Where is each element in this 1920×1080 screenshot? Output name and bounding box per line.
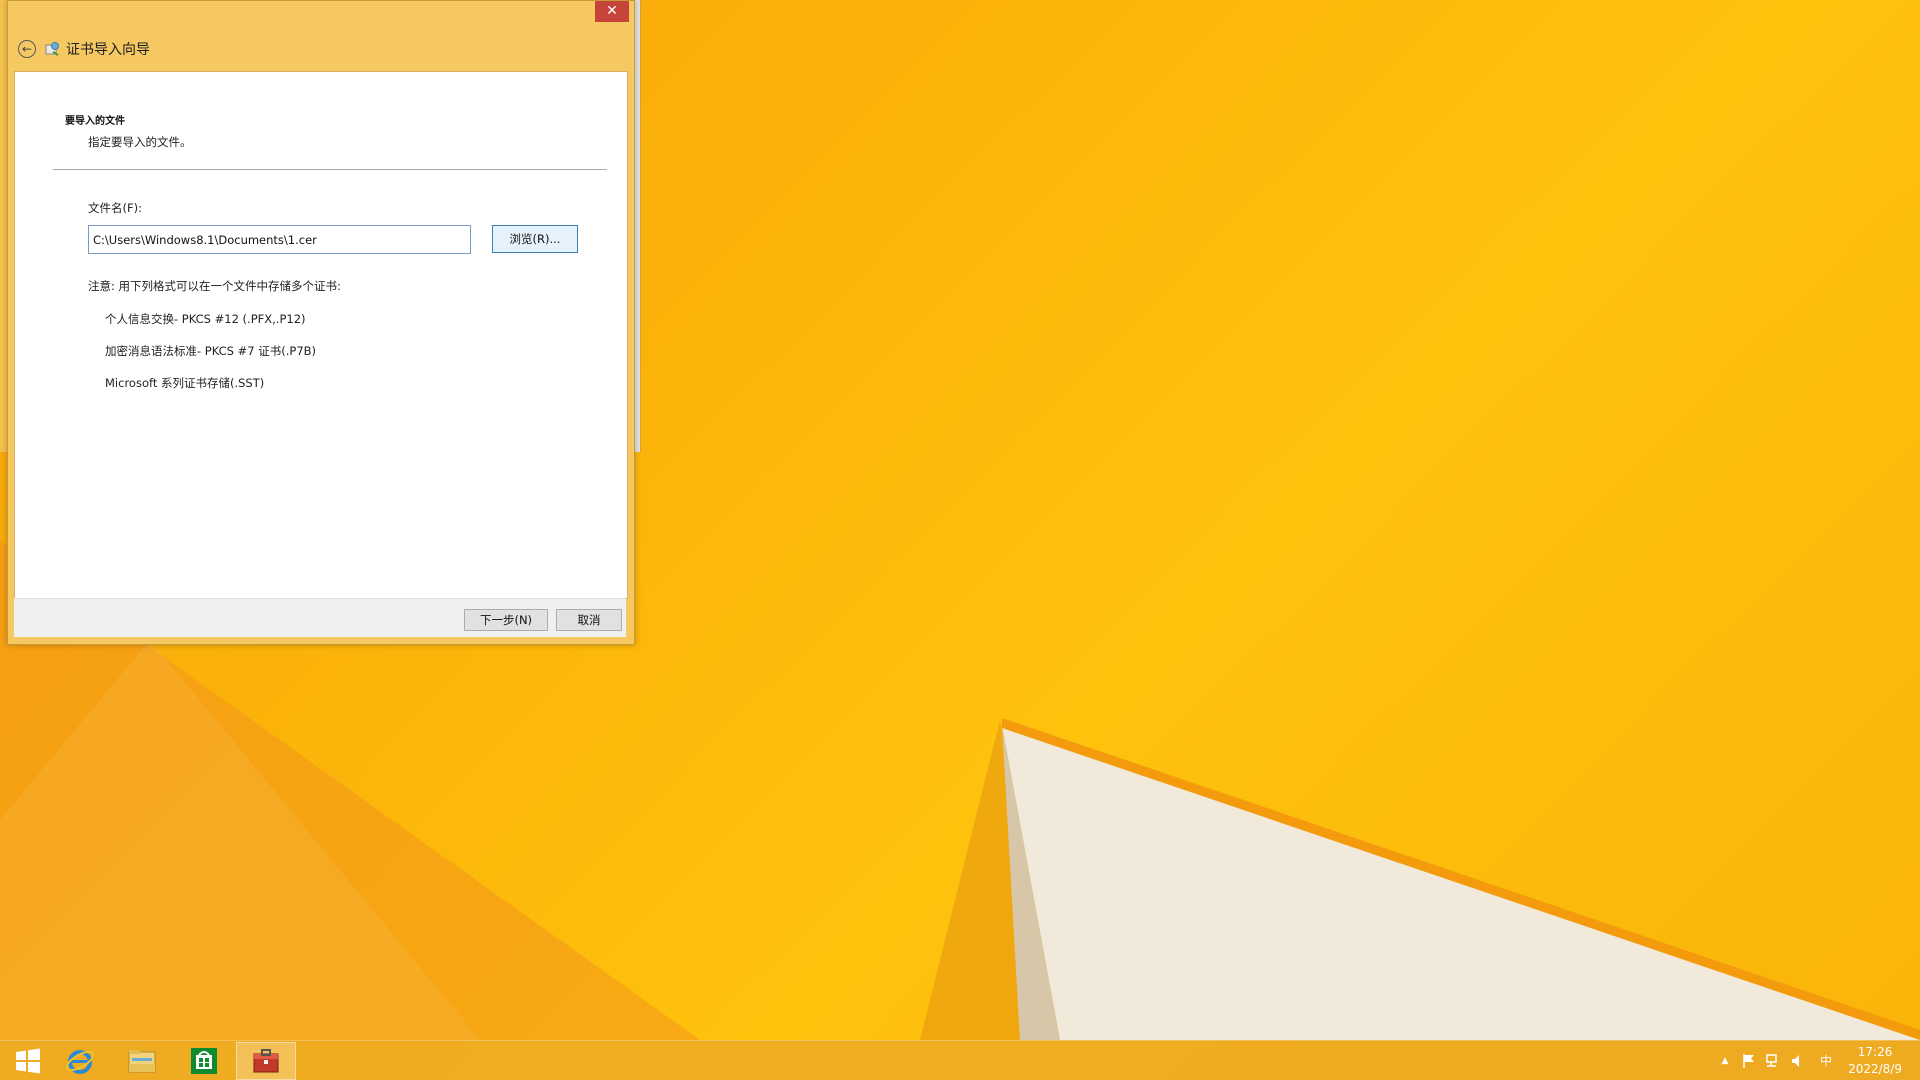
tray-overflow-chevron-icon[interactable]: ▲ (1718, 1051, 1732, 1071)
browse-button[interactable]: 浏览(R)... (492, 225, 578, 253)
taskbar-item-file-explorer[interactable] (114, 1042, 170, 1080)
desktop: ✕ ← 证书导入向导 要导入的文件 指定要导入的文件。 文件名(F): 浏览(R… (0, 0, 1920, 1080)
section-title: 要导入的文件 (65, 116, 125, 127)
network-icon[interactable] (1764, 1051, 1782, 1071)
certificate-import-wizard-dialog: ✕ ← 证书导入向导 要导入的文件 指定要导入的文件。 文件名(F): 浏览(R… (7, 0, 635, 645)
taskbar-item-certificate-manager[interactable] (236, 1042, 296, 1080)
file-explorer-icon (128, 1050, 156, 1073)
title-row: ← 证书导入向导 (18, 37, 150, 61)
start-button[interactable] (0, 1042, 56, 1080)
format-item-pfx: 个人信息交换- PKCS #12 (.PFX,.P12) (105, 312, 306, 326)
clock-date: 2022/8/9 (1848, 1062, 1902, 1076)
close-button[interactable]: ✕ (595, 1, 629, 22)
wizard-footer: 下一步(N) 取消 (14, 598, 626, 637)
volume-icon[interactable] (1788, 1051, 1806, 1071)
format-item-sst: Microsoft 系列证书存储(.SST) (105, 376, 265, 390)
taskbar-clock[interactable]: 17:26 2022/8/9 (1848, 1044, 1902, 1078)
store-icon (191, 1048, 217, 1074)
dialog-title: 证书导入向导 (66, 42, 150, 58)
certificate-wizard-icon (45, 42, 59, 56)
divider (53, 169, 607, 170)
section-subtitle: 指定要导入的文件。 (88, 135, 192, 149)
taskbar-item-store[interactable] (176, 1042, 232, 1080)
filename-input[interactable] (88, 225, 471, 254)
back-button[interactable]: ← (18, 40, 36, 58)
taskbar-item-internet-explorer[interactable] (52, 1042, 108, 1080)
windows-start-icon (16, 1048, 40, 1074)
internet-explorer-icon (65, 1050, 95, 1074)
filename-label: 文件名(F): (88, 201, 142, 215)
next-button[interactable]: 下一步(N) (464, 609, 548, 631)
input-method-indicator[interactable]: 中 (1814, 1051, 1838, 1071)
clock-time: 17:26 (1857, 1045, 1893, 1059)
action-center-flag-icon[interactable] (1740, 1051, 1758, 1071)
cancel-button[interactable]: 取消 (556, 609, 622, 631)
formats-note: 注意: 用下列格式可以在一个文件中存储多个证书: (88, 279, 341, 293)
wizard-content: 要导入的文件 指定要导入的文件。 文件名(F): 浏览(R)... 注意: 用下… (14, 71, 628, 599)
format-item-p7b: 加密消息语法标准- PKCS #7 证书(.P7B) (105, 344, 317, 358)
certificate-manager-icon (253, 1049, 279, 1073)
taskbar: ▲ 中 17:26 2022/8/9 (0, 1040, 1920, 1080)
back-arrow-icon: ← (21, 42, 33, 56)
